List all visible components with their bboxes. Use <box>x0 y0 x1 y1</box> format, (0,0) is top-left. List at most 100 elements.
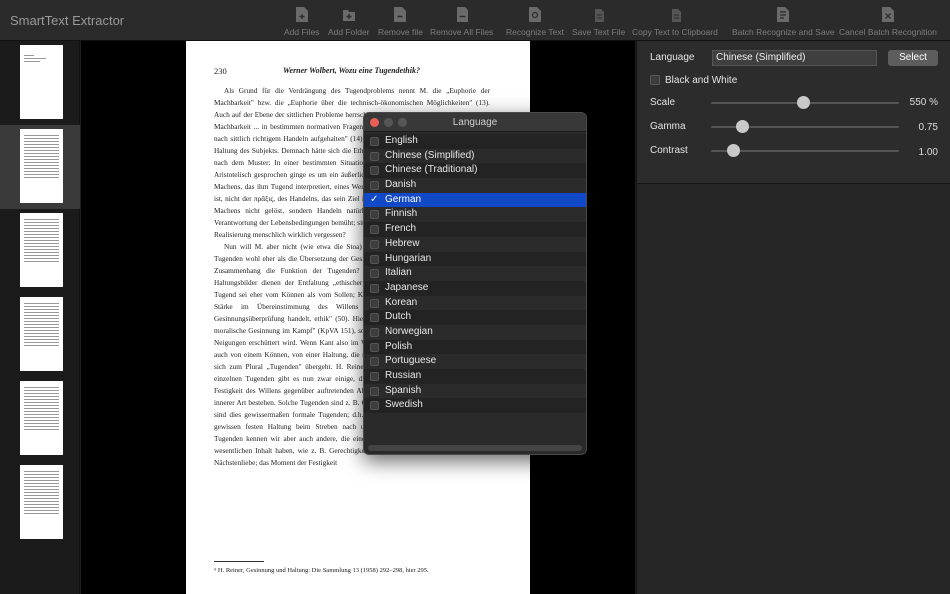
page-thumbnail[interactable] <box>0 41 80 125</box>
language-checkbox[interactable] <box>370 372 379 381</box>
language-checkbox[interactable] <box>370 298 379 308</box>
settings-panel: Language Chinese (Simplified) Select Bla… <box>636 41 950 594</box>
save-text-file-button[interactable]: Save Text File <box>572 6 625 37</box>
contrast-slider-knob[interactable] <box>727 144 741 157</box>
remove-file-button[interactable]: Remove file <box>378 6 423 37</box>
language-checkbox[interactable] <box>370 357 379 367</box>
add-folder-icon <box>342 6 356 23</box>
language-option[interactable]: Dutch <box>364 310 586 325</box>
language-option-label: Dutch <box>385 311 412 323</box>
language-option[interactable]: Hebrew <box>364 236 586 252</box>
copy-text-label: Copy Text to Clipboard <box>632 27 718 37</box>
language-option[interactable]: ✓ German <box>364 192 586 208</box>
language-option[interactable]: French <box>364 222 586 237</box>
language-option-label: French <box>385 223 417 235</box>
batch-recognize-button[interactable]: Batch Recognize and Save <box>732 6 835 37</box>
language-option-label: Hungarian <box>385 252 432 264</box>
language-checkbox[interactable] <box>370 166 379 176</box>
cancel-batch-label: Cancel Batch Recognition <box>839 27 937 37</box>
page-thumbnail[interactable] <box>0 461 80 545</box>
close-icon[interactable] <box>370 118 379 127</box>
language-checkbox[interactable] <box>370 151 379 161</box>
dialog-title: Language <box>452 117 498 128</box>
page-thumbnail-selected[interactable] <box>0 125 80 209</box>
remove-file-icon <box>393 6 407 23</box>
scale-slider-knob[interactable] <box>796 96 810 109</box>
language-checkbox[interactable] <box>370 342 379 352</box>
page-thumbnail[interactable] <box>0 209 80 293</box>
language-option-label: Hebrew <box>385 237 420 249</box>
language-checkbox[interactable] <box>370 181 379 191</box>
page-thumbnail[interactable] <box>0 293 80 377</box>
language-option[interactable]: Chinese (Traditional) <box>364 163 586 179</box>
add-files-label: Add Files <box>284 27 320 37</box>
thumbnail-image <box>20 213 63 287</box>
page-number: 230 <box>214 66 227 76</box>
language-checkbox[interactable] <box>370 225 379 235</box>
language-checkbox[interactable] <box>370 137 379 146</box>
language-checkbox[interactable] <box>370 313 379 323</box>
language-option-label: Italian <box>385 267 412 279</box>
title-bar: SmartText Extractor Add Files Add Folder… <box>0 0 950 41</box>
thumbnail-image <box>20 381 63 455</box>
language-option[interactable]: Portuguese <box>364 354 586 369</box>
running-head: Werner Wolbert, Wozu eine Tugendethik? <box>283 66 420 75</box>
language-list: English Chinese (Simplified) Chinese (Trad… <box>364 134 586 414</box>
language-checkbox[interactable] <box>370 386 379 396</box>
batch-recognize-icon <box>776 6 790 23</box>
minimize-icon[interactable] <box>384 118 393 127</box>
scale-slider[interactable] <box>711 96 899 109</box>
copy-text-button[interactable]: Copy Text to Clipboard <box>632 6 718 37</box>
language-option[interactable]: Hungarian <box>364 251 586 267</box>
footnote: ⁵ H. Reiner, Gesinnung und Haltung: Die … <box>214 567 429 574</box>
language-option[interactable]: Finnish <box>364 207 586 223</box>
thumbnail-image <box>20 129 63 203</box>
language-checkbox[interactable] <box>370 210 379 220</box>
cancel-batch-button[interactable]: Cancel Batch Recognition <box>839 6 937 37</box>
recognize-text-button[interactable]: Recognize Text <box>506 6 564 37</box>
language-option[interactable]: English <box>364 134 586 149</box>
language-option[interactable]: Norwegian <box>364 324 586 340</box>
language-option-label: Finnish <box>385 208 418 220</box>
save-text-file-icon <box>592 6 606 23</box>
add-folder-button[interactable]: Add Folder <box>328 6 370 37</box>
page-thumbnail-sidebar <box>0 41 80 594</box>
thumbnail-image <box>20 465 63 539</box>
contrast-slider[interactable] <box>711 144 899 157</box>
language-option[interactable]: Swedish <box>364 398 586 414</box>
language-option[interactable]: Polish <box>364 339 586 355</box>
zoom-icon[interactable] <box>398 118 407 127</box>
select-language-button[interactable]: Select <box>888 50 938 66</box>
language-option-label: Spanish <box>385 384 422 396</box>
scale-value: 550 % <box>909 97 938 108</box>
add-files-button[interactable]: Add Files <box>284 6 319 37</box>
language-option-label: Polish <box>385 340 413 352</box>
language-checkbox[interactable] <box>370 401 379 411</box>
language-checkbox[interactable] <box>370 239 379 249</box>
dialog-title-bar: Language <box>364 113 586 132</box>
horizontal-scrollbar[interactable] <box>368 445 582 451</box>
language-checkbox[interactable] <box>370 269 379 279</box>
thumbnail-image <box>20 45 63 119</box>
language-option[interactable]: Korean <box>364 295 586 311</box>
recognize-text-label: Recognize Text <box>506 27 564 37</box>
footnote-divider <box>214 561 264 562</box>
language-checkbox[interactable] <box>370 327 379 337</box>
remove-all-files-button[interactable]: Remove All Files <box>430 6 493 37</box>
save-text-file-label: Save Text File <box>572 27 626 37</box>
language-option[interactable]: Italian <box>364 266 586 281</box>
black-and-white-checkbox[interactable] <box>650 75 660 85</box>
language-option[interactable]: Russian <box>364 369 586 384</box>
page-thumbnail[interactable] <box>0 377 80 461</box>
gamma-slider[interactable] <box>711 120 899 133</box>
language-option[interactable]: Chinese (Simplified) <box>364 148 586 164</box>
gamma-slider-knob[interactable] <box>736 120 750 133</box>
language-option-label: Danish <box>385 179 417 191</box>
language-checkbox[interactable] <box>370 283 379 293</box>
language-checkbox[interactable] <box>370 254 379 264</box>
language-option[interactable]: Danish <box>364 178 586 193</box>
language-option[interactable]: Spanish <box>364 383 586 399</box>
language-option[interactable]: Japanese <box>364 280 586 296</box>
black-and-white-label: Black and White <box>665 75 738 86</box>
cancel-batch-icon <box>881 6 895 23</box>
